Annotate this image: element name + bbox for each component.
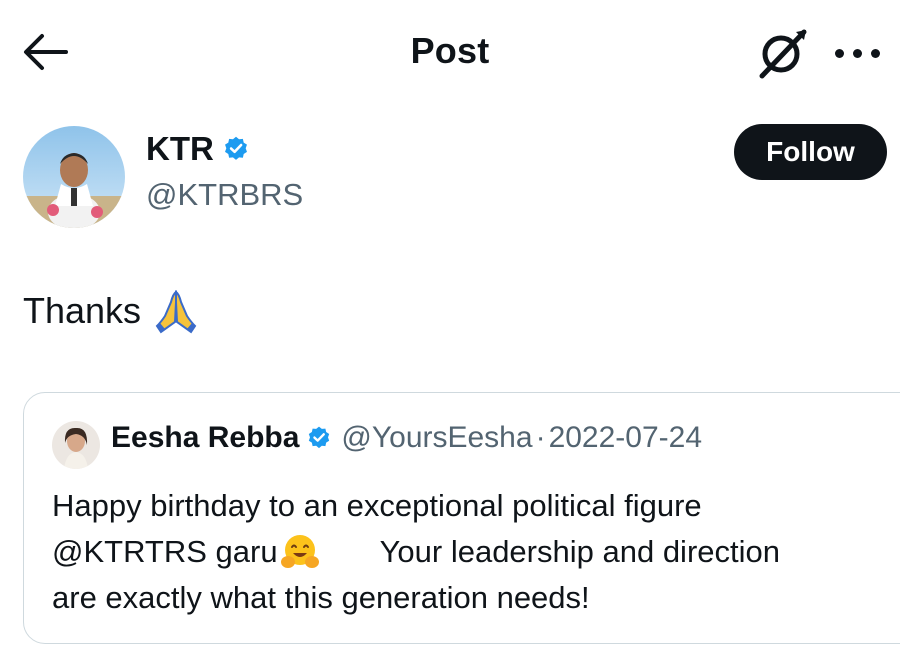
author-handle[interactable]: @KTRBRS	[146, 177, 303, 213]
folded-hands-icon	[155, 290, 197, 334]
avatar-image	[23, 126, 125, 228]
hugging-face-icon	[280, 535, 319, 568]
top-bar: Post	[0, 0, 900, 104]
quoted-header: Eesha Rebba @YoursEesha · 2022-07-24	[111, 421, 702, 455]
author-name-row[interactable]: KTR	[146, 130, 250, 168]
post-text: Thanks	[23, 288, 199, 334]
quoted-line-3: are exactly what this generation needs!	[52, 580, 590, 615]
post-text-content: Thanks	[23, 290, 142, 331]
quoted-line-2: @KTRTRS garu Your leadership and directi…	[52, 529, 900, 575]
quoted-date: 2022-07-24	[548, 421, 703, 454]
more-horizontal-icon	[835, 49, 844, 58]
quoted-post[interactable]: Eesha Rebba @YoursEesha · 2022-07-24 Hap…	[23, 392, 900, 644]
separator-dot: ·	[535, 421, 546, 454]
grok-button[interactable]	[752, 26, 812, 82]
quoted-line-2-rest: Your leadership and direction	[379, 534, 780, 569]
quoted-mention[interactable]: @KTRTRS garu	[52, 529, 278, 575]
grok-icon	[759, 29, 807, 79]
author-name: KTR	[146, 130, 214, 167]
follow-button[interactable]: Follow	[734, 124, 887, 180]
more-dot	[853, 49, 862, 58]
quoted-avatar[interactable]	[52, 421, 100, 469]
quoted-body: Happy birthday to an exceptional politic…	[52, 483, 900, 621]
verified-badge-icon	[224, 136, 247, 160]
more-dot	[871, 49, 880, 58]
quoted-handle: @YoursEesha	[341, 421, 533, 454]
quoted-avatar-image	[52, 421, 100, 469]
quoted-name: Eesha Rebba	[111, 421, 300, 454]
more-options-button[interactable]	[832, 38, 888, 68]
author-avatar[interactable]	[23, 126, 125, 228]
verified-badge-icon	[309, 426, 330, 449]
quoted-line-1: Happy birthday to an exceptional politic…	[52, 488, 702, 523]
